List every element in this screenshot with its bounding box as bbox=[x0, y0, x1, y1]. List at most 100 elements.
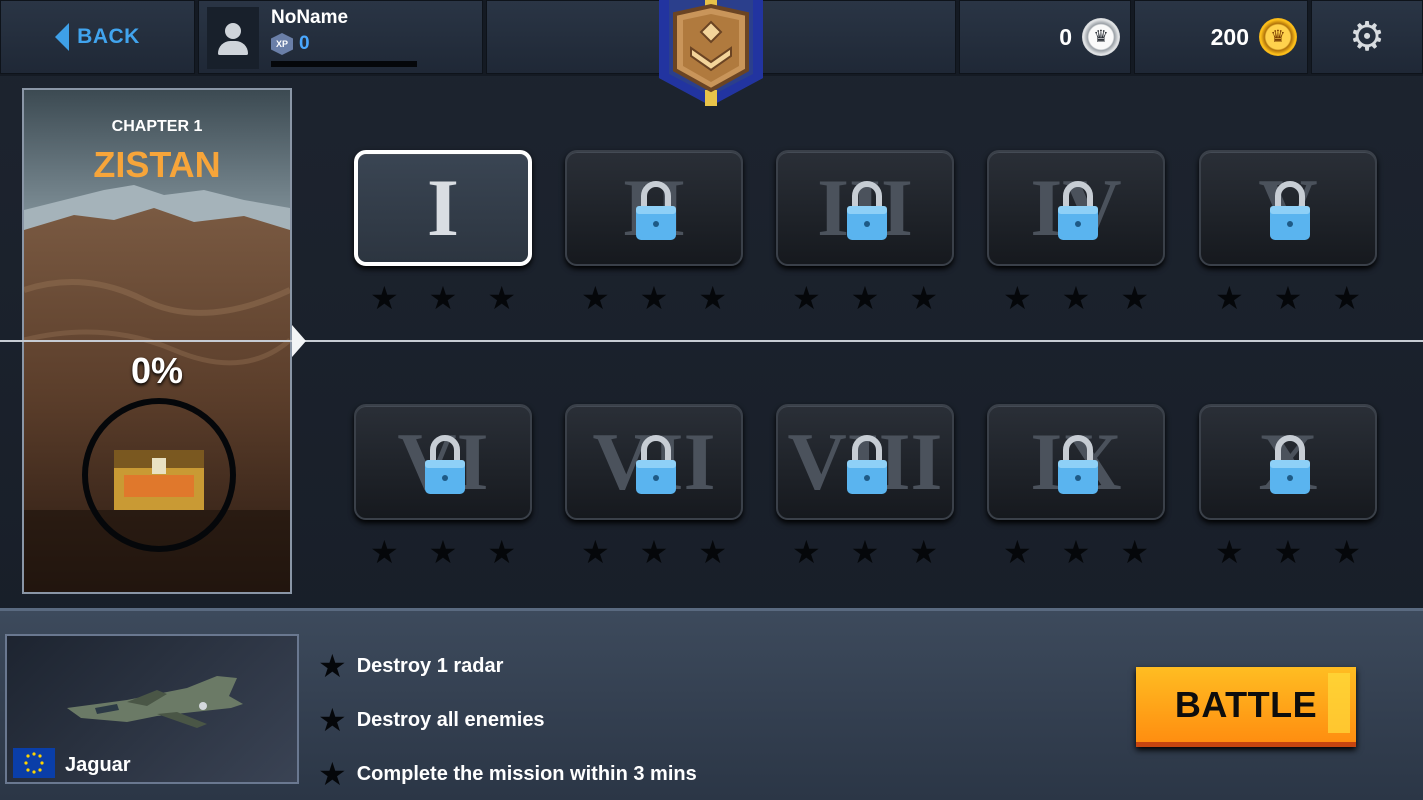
back-arrow-icon bbox=[55, 23, 70, 51]
player-name: NoName bbox=[271, 7, 349, 28]
level-tile[interactable]: IV bbox=[987, 150, 1165, 266]
objective-text: Complete the mission within 3 mins bbox=[356, 762, 697, 785]
eu-flag-icon bbox=[13, 748, 55, 778]
level-stars: ★ ★ ★ bbox=[565, 282, 743, 314]
objective-item: ★ Destroy all enemies bbox=[318, 693, 697, 747]
lock-icon bbox=[636, 435, 676, 494]
gold-coin-icon: ♛ bbox=[1259, 18, 1297, 56]
star-icon: ★ bbox=[1120, 280, 1150, 316]
rank-badge-icon[interactable] bbox=[655, 0, 767, 108]
lock-icon bbox=[847, 435, 887, 494]
level-stars: ★ ★ ★ bbox=[776, 282, 954, 314]
star-icon: ★ bbox=[487, 534, 517, 570]
star-icon: ★ bbox=[1002, 534, 1032, 570]
lock-icon bbox=[1270, 181, 1310, 240]
xp-value: 0 bbox=[299, 33, 310, 54]
objective-text: Destroy 1 radar bbox=[356, 654, 504, 677]
level-tile[interactable]: V bbox=[1199, 150, 1377, 266]
star-icon: ★ bbox=[1214, 534, 1244, 570]
star-icon: ★ bbox=[698, 534, 728, 570]
xp-progress-bar bbox=[271, 61, 417, 67]
objective-star-icon: ★ bbox=[318, 756, 347, 792]
level-tile[interactable]: VI bbox=[354, 404, 532, 520]
star-icon: ★ bbox=[1332, 534, 1362, 570]
star-icon: ★ bbox=[369, 534, 399, 570]
battle-label: BATTLE bbox=[1174, 683, 1318, 725]
reward-chest-ring bbox=[82, 398, 236, 552]
star-icon: ★ bbox=[1214, 280, 1244, 316]
xp-row: XP 0 bbox=[271, 33, 310, 55]
level-tile[interactable]: VII bbox=[565, 404, 743, 520]
level-tile[interactable]: VIII bbox=[776, 404, 954, 520]
star-icon: ★ bbox=[1120, 534, 1150, 570]
level-tile[interactable]: X bbox=[1199, 404, 1377, 520]
lock-icon bbox=[847, 181, 887, 240]
aircraft-name: Jaguar bbox=[65, 754, 131, 776]
level-stars: ★ ★ ★ bbox=[354, 282, 532, 314]
star-icon: ★ bbox=[1061, 534, 1091, 570]
lock-icon bbox=[636, 181, 676, 240]
level-tile[interactable]: II bbox=[565, 150, 743, 266]
chapter-title: ZISTAN bbox=[93, 144, 221, 185]
level-stars: ★ ★ ★ bbox=[1199, 282, 1377, 314]
back-label: BACK bbox=[77, 25, 140, 48]
lock-icon bbox=[1058, 181, 1098, 240]
chapter-label: CHAPTER 1 bbox=[111, 118, 203, 135]
star-icon: ★ bbox=[909, 280, 939, 316]
star-icon: ★ bbox=[791, 534, 821, 570]
star-icon: ★ bbox=[639, 534, 669, 570]
star-icon: ★ bbox=[909, 534, 939, 570]
gold-currency[interactable]: 200 ♛ bbox=[1134, 0, 1308, 74]
gold-currency-value: 200 bbox=[1210, 23, 1249, 50]
star-icon: ★ bbox=[850, 534, 880, 570]
back-button[interactable]: BACK bbox=[0, 0, 195, 74]
silver-coin-icon: ♛ bbox=[1082, 18, 1120, 56]
xp-icon: XP bbox=[271, 33, 293, 55]
silver-currency[interactable]: 0 ♛ bbox=[959, 0, 1131, 74]
star-icon: ★ bbox=[698, 280, 728, 316]
player-profile[interactable]: NoName XP 0 bbox=[198, 0, 483, 74]
level-stars: ★ ★ ★ bbox=[776, 536, 954, 568]
aircraft-card[interactable]: Jaguar bbox=[5, 634, 299, 784]
star-icon: ★ bbox=[487, 280, 517, 316]
star-icon: ★ bbox=[1332, 280, 1362, 316]
avatar-icon bbox=[207, 7, 259, 69]
objective-star-icon: ★ bbox=[318, 648, 347, 684]
level-tile[interactable]: I bbox=[354, 150, 532, 266]
objective-item: ★ Complete the mission within 3 mins bbox=[318, 747, 697, 800]
star-icon: ★ bbox=[1061, 280, 1091, 316]
objective-item: ★ Destroy 1 radar bbox=[318, 639, 697, 693]
star-icon: ★ bbox=[428, 534, 458, 570]
star-icon: ★ bbox=[1002, 280, 1032, 316]
level-tile[interactable]: III bbox=[776, 150, 954, 266]
objective-text: Destroy all enemies bbox=[356, 708, 545, 731]
level-tile[interactable]: IX bbox=[987, 404, 1165, 520]
star-icon: ★ bbox=[639, 280, 669, 316]
star-icon: ★ bbox=[850, 280, 880, 316]
silver-currency-value: 0 bbox=[1059, 23, 1072, 50]
level-numeral: I bbox=[427, 162, 459, 253]
chapter-progress: 0% bbox=[130, 350, 184, 391]
objectives-list: ★ Destroy 1 radar ★ Destroy all enemies … bbox=[318, 639, 697, 800]
level-stars: ★ ★ ★ bbox=[987, 536, 1165, 568]
star-icon: ★ bbox=[580, 280, 610, 316]
lock-icon bbox=[425, 435, 465, 494]
battle-button[interactable]: BATTLE bbox=[1136, 667, 1356, 747]
level-stars: ★ ★ ★ bbox=[987, 282, 1165, 314]
gear-icon: ⚙ bbox=[1349, 15, 1385, 59]
row-divider bbox=[0, 340, 1423, 342]
star-icon: ★ bbox=[369, 280, 399, 316]
chapter-pointer-icon bbox=[292, 325, 306, 357]
star-icon: ★ bbox=[791, 280, 821, 316]
level-stars: ★ ★ ★ bbox=[354, 536, 532, 568]
lock-icon bbox=[1270, 435, 1310, 494]
settings-button[interactable]: ⚙ bbox=[1311, 0, 1423, 74]
star-icon: ★ bbox=[428, 280, 458, 316]
star-icon: ★ bbox=[580, 534, 610, 570]
level-stars: ★ ★ ★ bbox=[1199, 536, 1377, 568]
level-stars: ★ ★ ★ bbox=[565, 536, 743, 568]
objective-star-icon: ★ bbox=[318, 702, 347, 738]
lock-icon bbox=[1058, 435, 1098, 494]
mission-select-screen: BACK NoName XP 0 0 ♛ 200 ♛ ⚙ CHAPTER 1 Z… bbox=[0, 0, 1423, 800]
mission-info-panel: Jaguar ★ Destroy 1 radar ★ Destroy all e… bbox=[0, 608, 1423, 800]
